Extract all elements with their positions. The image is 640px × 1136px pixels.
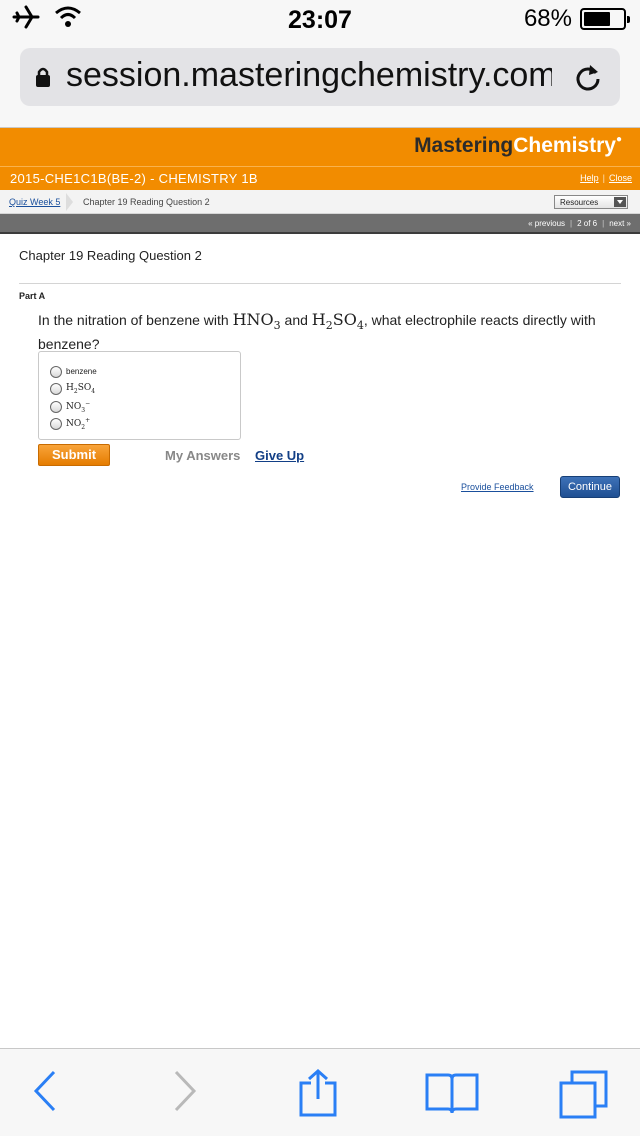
status-right: 68% [523, 5, 630, 33]
choice-label: H2SO4 [66, 383, 96, 396]
resources-dropdown[interactable]: Resources [554, 195, 628, 209]
bookmarks-icon[interactable] [424, 1069, 480, 1122]
choice-benzene[interactable]: benzene [50, 363, 240, 381]
resources-label: Resources [560, 198, 599, 207]
battery-percent: 68% [523, 5, 572, 32]
help-link[interactable]: Help [580, 173, 599, 183]
forward-icon[interactable] [170, 1069, 200, 1118]
header-links: Help | Close [580, 173, 632, 183]
share-icon[interactable] [298, 1068, 338, 1122]
answer-choices: benzene H2SO4 NO3− NO2+ [38, 351, 241, 440]
choice-label: benzene [66, 367, 97, 377]
radio-button[interactable] [50, 383, 62, 396]
choice-label: NO2+ [66, 417, 91, 432]
logo-text-chemistry: Chemistry [513, 134, 616, 157]
prompt-text-1: In the nitration of benzene with [38, 312, 233, 328]
battery-level-fill [584, 12, 610, 26]
back-icon[interactable] [30, 1069, 60, 1118]
my-answers-label: My Answers [165, 448, 241, 463]
course-title: 2015-CHE1C1B(BE-2) - CHEMISTRY 1B [10, 171, 258, 186]
choice-h2so4[interactable]: H2SO4 [50, 381, 240, 399]
url-text: session.masteringchemistry.com [66, 56, 552, 94]
choice-no3-minus[interactable]: NO3− [50, 398, 240, 416]
battery-icon [580, 8, 630, 30]
address-bar[interactable]: session.masteringchemistry.com [20, 48, 620, 106]
submit-button[interactable]: Submit [38, 444, 110, 466]
next-link[interactable]: next » [609, 219, 631, 228]
browser-address-area: session.masteringchemistry.com [0, 40, 640, 128]
breadcrumb: Quiz Week 5 Chapter 19 Reading Question … [0, 190, 640, 214]
chevron-down-icon [614, 197, 626, 207]
prompt-text-2: and [280, 312, 312, 328]
continue-button[interactable]: Continue [560, 476, 620, 498]
breadcrumb-separator-icon [66, 193, 73, 211]
formula-hno3: HNO3 [232, 310, 281, 333]
provide-feedback-link[interactable]: Provide Feedback [461, 482, 534, 492]
question-title: Chapter 19 Reading Question 2 [19, 248, 202, 263]
breadcrumb-assignment-link[interactable]: Quiz Week 5 [9, 197, 60, 207]
part-label: Part A [19, 291, 46, 301]
question-pager: « previous | 2 of 6 | next » [0, 214, 640, 234]
site-header: MasteringChemistry● [0, 128, 640, 166]
browser-toolbar [0, 1048, 640, 1136]
give-up-link[interactable]: Give Up [255, 448, 304, 463]
tabs-icon[interactable] [558, 1069, 610, 1126]
choice-label: NO3− [66, 399, 91, 414]
close-link[interactable]: Close [609, 173, 632, 183]
breadcrumb-current: Chapter 19 Reading Question 2 [83, 197, 210, 207]
logo-dot-icon: ● [615, 134, 622, 145]
question-prompt: In the nitration of benzene with HNO3 an… [38, 311, 608, 353]
divider [19, 283, 621, 284]
pager-position: 2 of 6 [577, 219, 598, 228]
radio-button[interactable] [50, 365, 62, 378]
previous-link[interactable]: « previous [528, 219, 565, 228]
mastering-chemistry-logo: MasteringChemistry● [414, 134, 622, 158]
radio-button[interactable] [50, 400, 62, 413]
choice-no2-plus[interactable]: NO2+ [50, 416, 240, 434]
reload-icon[interactable] [572, 61, 604, 98]
logo-text-mastering: Mastering [414, 134, 514, 157]
status-bar: 23:07 68% [0, 0, 640, 40]
lock-icon [34, 66, 52, 93]
course-bar: 2015-CHE1C1B(BE-2) - CHEMISTRY 1B Help | C… [0, 166, 640, 190]
formula-h2so4: H2SO4 [311, 310, 364, 333]
radio-button[interactable] [50, 418, 62, 431]
